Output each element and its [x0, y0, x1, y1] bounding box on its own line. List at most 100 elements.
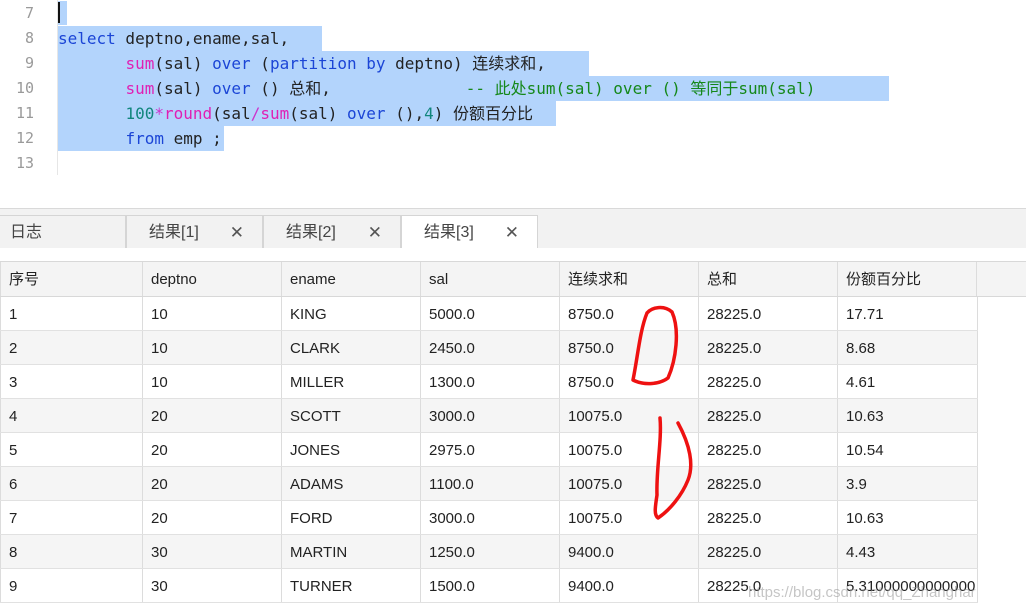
code-line[interactable]: 9 sum(sal) over (partition by deptno) 连续… [0, 51, 1026, 76]
table-cell[interactable]: 10075.0 [560, 433, 699, 466]
table-cell[interactable]: 28225.0 [699, 433, 838, 466]
table-cell[interactable]: 28225.0 [699, 365, 838, 398]
table-cell[interactable]: TURNER [282, 569, 421, 602]
table-cell[interactable]: 8750.0 [560, 297, 699, 330]
tab-result-3[interactable]: 结果[3] ✕ [401, 215, 538, 249]
table-cell[interactable]: 20 [143, 399, 282, 432]
code-line[interactable]: 12 from emp ; [0, 126, 1026, 151]
table-cell[interactable]: 1 [0, 297, 143, 330]
table-cell[interactable]: SCOTT [282, 399, 421, 432]
code-line[interactable]: 7 [0, 1, 1026, 26]
close-icon[interactable]: ✕ [368, 216, 382, 250]
table-cell[interactable]: MARTIN [282, 535, 421, 568]
table-cell[interactable]: ADAMS [282, 467, 421, 500]
table-cell[interactable]: JONES [282, 433, 421, 466]
table-cell[interactable]: 1100.0 [421, 467, 560, 500]
code-line[interactable]: 13 [0, 151, 1026, 176]
code-token: -- 此处sum(sal) over () 等同于sum(sal) [330, 79, 816, 98]
code-token: / [250, 104, 261, 123]
table-cell[interactable]: 5 [0, 433, 143, 466]
code-line[interactable]: 8 select deptno,ename,sal, [0, 26, 1026, 51]
table-cell[interactable]: 2450.0 [421, 331, 560, 364]
table-row[interactable]: 1 10 KING 5000.0 8750.0 28225.0 17.71 [0, 297, 978, 331]
table-cell[interactable]: 30 [143, 569, 282, 602]
tab-result-2[interactable]: 结果[2] ✕ [263, 215, 401, 249]
table-cell[interactable]: 10075.0 [560, 399, 699, 432]
table-cell[interactable]: 28225.0 [699, 297, 838, 330]
line-number: 10 [15, 79, 34, 97]
code-token: deptno,ename,sal, [115, 29, 290, 48]
column-header[interactable]: 总和 [699, 262, 838, 296]
table-cell[interactable]: 28225.0 [699, 535, 838, 568]
table-cell[interactable]: 3000.0 [421, 399, 560, 432]
column-header[interactable]: ename [282, 262, 421, 296]
code-token: () 总和, [250, 79, 331, 98]
table-cell[interactable]: 10 [143, 297, 282, 330]
code-token: partition by [269, 54, 386, 73]
table-cell[interactable]: 10075.0 [560, 501, 699, 534]
table-cell[interactable]: 8.68 [838, 331, 978, 364]
table-cell[interactable]: 10.63 [838, 501, 978, 534]
column-header[interactable]: deptno [143, 262, 282, 296]
table-cell[interactable]: 10075.0 [560, 467, 699, 500]
table-cell[interactable]: CLARK [282, 331, 421, 364]
table-cell[interactable]: 28225.0 [699, 399, 838, 432]
table-cell[interactable]: 3.9 [838, 467, 978, 500]
table-cell[interactable]: 4.43 [838, 535, 978, 568]
table-cell[interactable]: 20 [143, 433, 282, 466]
table-cell[interactable]: 20 [143, 467, 282, 500]
table-cell[interactable]: 8750.0 [560, 331, 699, 364]
code-token: (sal) [154, 79, 213, 98]
table-cell[interactable]: 10 [143, 365, 282, 398]
table-row[interactable]: 7 20 FORD 3000.0 10075.0 28225.0 10.63 [0, 501, 978, 535]
table-cell[interactable]: 1300.0 [421, 365, 560, 398]
close-icon[interactable]: ✕ [505, 216, 519, 250]
table-cell[interactable]: 2 [0, 331, 143, 364]
table-cell[interactable]: 9400.0 [560, 535, 699, 568]
table-cell[interactable]: 28225.0 [699, 467, 838, 500]
table-cell[interactable]: MILLER [282, 365, 421, 398]
table-cell[interactable]: FORD [282, 501, 421, 534]
table-row[interactable]: 4 20 SCOTT 3000.0 10075.0 28225.0 10.63 [0, 399, 978, 433]
table-cell[interactable]: KING [282, 297, 421, 330]
table-cell[interactable]: 8750.0 [560, 365, 699, 398]
column-header[interactable]: 份额百分比 [838, 262, 977, 296]
table-cell[interactable]: 10 [143, 331, 282, 364]
code-line[interactable]: 10 sum(sal) over () 总和, -- 此处sum(sal) ov… [0, 76, 1026, 101]
table-cell[interactable]: 1500.0 [421, 569, 560, 602]
table-row[interactable]: 6 20 ADAMS 1100.0 10075.0 28225.0 3.9 [0, 467, 978, 501]
table-cell[interactable]: 10.63 [838, 399, 978, 432]
table-cell[interactable]: 20 [143, 501, 282, 534]
table-cell[interactable]: 8 [0, 535, 143, 568]
close-icon[interactable]: ✕ [230, 216, 244, 250]
table-cell[interactable]: 28225.0 [699, 501, 838, 534]
column-header[interactable]: 序号 [0, 262, 143, 296]
table-row[interactable]: 2 10 CLARK 2450.0 8750.0 28225.0 8.68 [0, 331, 978, 365]
table-row[interactable]: 5 20 JONES 2975.0 10075.0 28225.0 10.54 [0, 433, 978, 467]
table-row[interactable]: 3 10 MILLER 1300.0 8750.0 28225.0 4.61 [0, 365, 978, 399]
table-cell[interactable]: 17.71 [838, 297, 978, 330]
table-cell[interactable]: 9 [0, 569, 143, 602]
table-cell[interactable]: 9400.0 [560, 569, 699, 602]
table-cell[interactable]: 4 [0, 399, 143, 432]
table-row[interactable]: 8 30 MARTIN 1250.0 9400.0 28225.0 4.43 [0, 535, 978, 569]
table-cell[interactable]: 3000.0 [421, 501, 560, 534]
tab-log[interactable]: 日志 [0, 215, 126, 249]
code-line[interactable]: 11 100*round(sal/sum(sal) over (),4) 份额百… [0, 101, 1026, 126]
table-cell[interactable]: 10.54 [838, 433, 978, 466]
column-header[interactable]: sal [421, 262, 560, 296]
table-cell[interactable]: 2975.0 [421, 433, 560, 466]
table-cell[interactable]: 28225.0 [699, 331, 838, 364]
result-grid[interactable]: 序号 deptno ename sal 连续求和 总和 份额百分比 1 10 KIN… [0, 248, 1026, 614]
table-cell[interactable]: 3 [0, 365, 143, 398]
table-cell[interactable]: 1250.0 [421, 535, 560, 568]
table-cell[interactable]: 5000.0 [421, 297, 560, 330]
table-cell[interactable]: 7 [0, 501, 143, 534]
table-cell[interactable]: 30 [143, 535, 282, 568]
tab-result-1[interactable]: 结果[1] ✕ [126, 215, 263, 249]
sql-editor[interactable]: 7 8 select deptno,ename,sal, 9 sum(sal) ove… [0, 0, 1026, 208]
table-cell[interactable]: 4.61 [838, 365, 978, 398]
table-cell[interactable]: 6 [0, 467, 143, 500]
column-header[interactable]: 连续求和 [560, 262, 699, 296]
